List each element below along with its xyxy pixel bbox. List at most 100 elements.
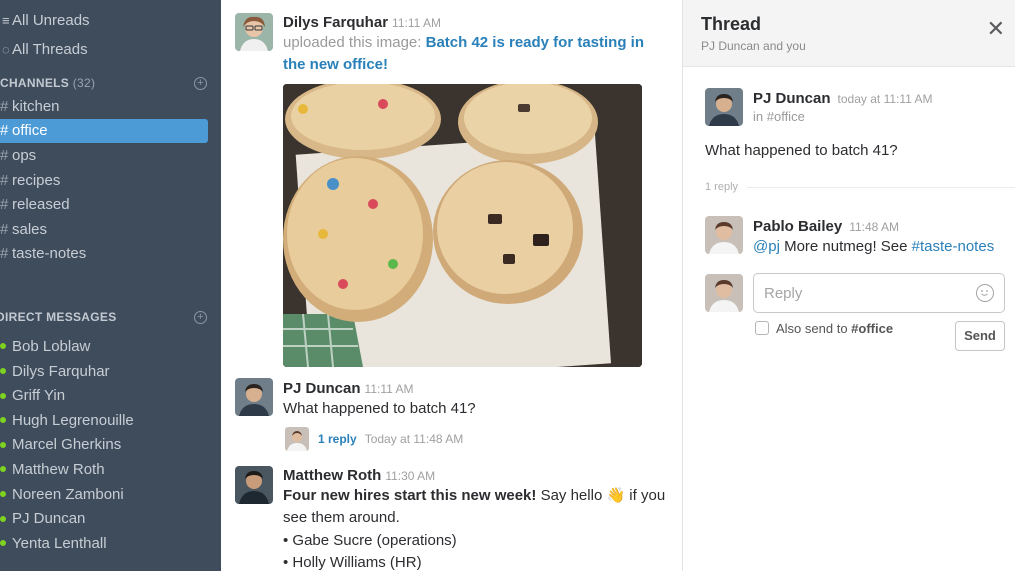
dm-dilys-farquhar[interactable]: Dilys Farquhar — [0, 359, 221, 384]
sidebar-item-all-unreads[interactable]: ≡ All Unreads — [0, 6, 221, 35]
also-send-checkbox[interactable] — [755, 321, 769, 335]
hash-icon: # — [0, 196, 9, 214]
avatar[interactable] — [235, 378, 273, 416]
online-status-icon — [0, 515, 6, 522]
message-body: uploaded this image: Batch 42 is ready f… — [283, 32, 663, 76]
reply-count-link[interactable]: 1 reply — [318, 432, 357, 446]
thread-title: Thread — [701, 14, 762, 34]
message-author[interactable]: Matthew Roth — [283, 467, 381, 484]
list-item-text: Holly Williams (HR) — [292, 554, 422, 571]
message-body: Four new hires start this new week! Say … — [283, 485, 673, 529]
channel-label: sales — [12, 220, 48, 238]
channel-sales[interactable]: # sales — [0, 217, 221, 242]
online-status-icon — [0, 466, 6, 473]
channel-label: kitchen — [12, 97, 60, 115]
dm-yenta-lenthall[interactable]: Yenta Lenthall — [0, 531, 221, 556]
message-author[interactable]: Dilys Farquhar — [283, 14, 388, 31]
uploaded-image-cookies[interactable] — [283, 84, 642, 367]
dm-griff-yin[interactable]: Griff Yin — [0, 383, 221, 408]
hash-icon: # — [0, 122, 9, 140]
add-channel-icon[interactable]: + — [194, 76, 207, 90]
avatar[interactable] — [705, 216, 743, 254]
sidebar-item-all-threads[interactable]: ◌ All Threads — [0, 35, 221, 64]
message-pane: Dilys Farquhar 11:11 AM uploaded this ima… — [221, 0, 682, 571]
message-author[interactable]: Pablo Bailey — [753, 218, 842, 235]
sidebar: ≡ All Unreads ◌ All Threads CHANNELS (32… — [0, 0, 221, 571]
message-time[interactable]: today at 11:11 AM — [838, 92, 933, 106]
dm-noreen-zamboni[interactable]: Noreen Zamboni — [0, 482, 221, 507]
online-status-icon — [0, 441, 6, 448]
dm-matthew-roth[interactable]: Matthew Roth — [0, 457, 221, 482]
user-mention[interactable]: @pj — [753, 238, 780, 255]
dm-list: Bob Loblaw Dilys Farquhar Griff Yin Hugh… — [0, 334, 221, 555]
channel-label: recipes — [12, 171, 61, 189]
hash-icon: # — [0, 97, 9, 115]
dm-hugh-legrenouille[interactable]: Hugh Legrenouille — [0, 408, 221, 433]
message: Matthew Roth 11:30 AM — [283, 467, 435, 485]
channel-ops[interactable]: # ops — [0, 143, 221, 168]
also-send-label[interactable]: Also send to #office — [776, 321, 893, 336]
reply-time: Today at 11:48 AM — [364, 432, 464, 446]
message-body: What happened to batch 41? — [283, 400, 476, 417]
dm-label: Matthew Roth — [12, 460, 105, 478]
message-bold-text: Four new hires start this new week! — [283, 487, 537, 504]
hash-icon: # — [0, 171, 9, 189]
add-dm-icon[interactable]: + — [194, 310, 207, 324]
close-icon[interactable]: ✕ — [987, 18, 1005, 40]
hash-icon: # — [0, 146, 9, 164]
channel-office[interactable]: # office — [0, 118, 208, 144]
online-status-icon — [0, 540, 6, 547]
channel-list: # kitchen # office # ops # recipes # released… — [0, 94, 221, 266]
sidebar-item-label: All Threads — [12, 41, 88, 58]
message-text: Say hello — [536, 487, 607, 504]
thread-parent-header: PJ Duncan today at 11:11 AM — [753, 90, 932, 108]
list-item-text: Gabe Sucre (operations) — [292, 532, 457, 549]
dm-bob-loblaw[interactable]: Bob Loblaw — [0, 334, 221, 359]
wave-emoji-icon: 👋 — [606, 487, 626, 504]
channel-taste-notes[interactable]: # taste-notes — [0, 242, 221, 267]
message-text: if you — [625, 487, 666, 504]
message-author[interactable]: PJ Duncan — [283, 380, 361, 397]
thread-panel: Thread PJ Duncan and you ✕ PJ Duncan toda… — [682, 0, 1015, 571]
dm-label: Yenta Lenthall — [12, 534, 107, 552]
threads-icon: ◌ — [2, 42, 10, 57]
channel-label: taste-notes — [12, 245, 87, 263]
thread-header: Thread PJ Duncan and you ✕ — [683, 0, 1015, 67]
avatar[interactable] — [235, 13, 273, 51]
message-time[interactable]: 11:30 AM — [385, 469, 435, 483]
dm-label: PJ Duncan — [12, 510, 86, 528]
channels-header[interactable]: CHANNELS (32) + — [0, 72, 221, 94]
message-text: see them around. — [283, 509, 400, 526]
message-time[interactable]: 11:11 AM — [392, 16, 441, 30]
channel-link[interactable]: #taste-notes — [912, 238, 995, 255]
list-item: • Holly Williams (HR) — [283, 554, 422, 571]
channel-label: ops — [12, 146, 37, 164]
online-status-icon — [0, 392, 6, 399]
online-status-icon — [0, 417, 6, 424]
channel-kitchen[interactable]: # kitchen — [0, 94, 221, 119]
message-author[interactable]: PJ Duncan — [753, 90, 831, 107]
dm-label: Dilys Farquhar — [12, 362, 110, 380]
send-button[interactable]: Send — [955, 321, 1005, 351]
dm-header[interactable]: DIRECT MESSAGES + — [0, 306, 221, 328]
reply-text: More nutmeg! See — [779, 238, 912, 255]
avatar — [705, 274, 743, 312]
thread-subtitle: PJ Duncan and you — [701, 39, 806, 53]
channel-recipes[interactable]: # recipes — [0, 168, 221, 193]
avatar — [285, 427, 309, 451]
reply-input[interactable]: Reply — [753, 273, 1005, 313]
channel-released[interactable]: # released — [0, 192, 221, 217]
thread-parent-channel[interactable]: in #office — [753, 109, 805, 124]
upload-prefix: uploaded this image: — [283, 34, 422, 51]
thread-replies-summary[interactable]: 1 reply Today at 11:48 AM — [285, 427, 463, 451]
sidebar-item-label: All Unreads — [12, 12, 90, 29]
dm-marcel-gherkins[interactable]: Marcel Gherkins — [0, 433, 221, 458]
message-time[interactable]: 11:11 AM — [365, 382, 414, 396]
message-time[interactable]: 11:48 AM — [849, 220, 899, 234]
avatar[interactable] — [705, 88, 743, 126]
emoji-icon[interactable] — [976, 284, 994, 302]
dm-pj-duncan[interactable]: PJ Duncan — [0, 506, 221, 531]
hash-icon: # — [0, 245, 9, 263]
avatar[interactable] — [235, 466, 273, 504]
message: Dilys Farquhar 11:11 AM — [283, 14, 441, 32]
